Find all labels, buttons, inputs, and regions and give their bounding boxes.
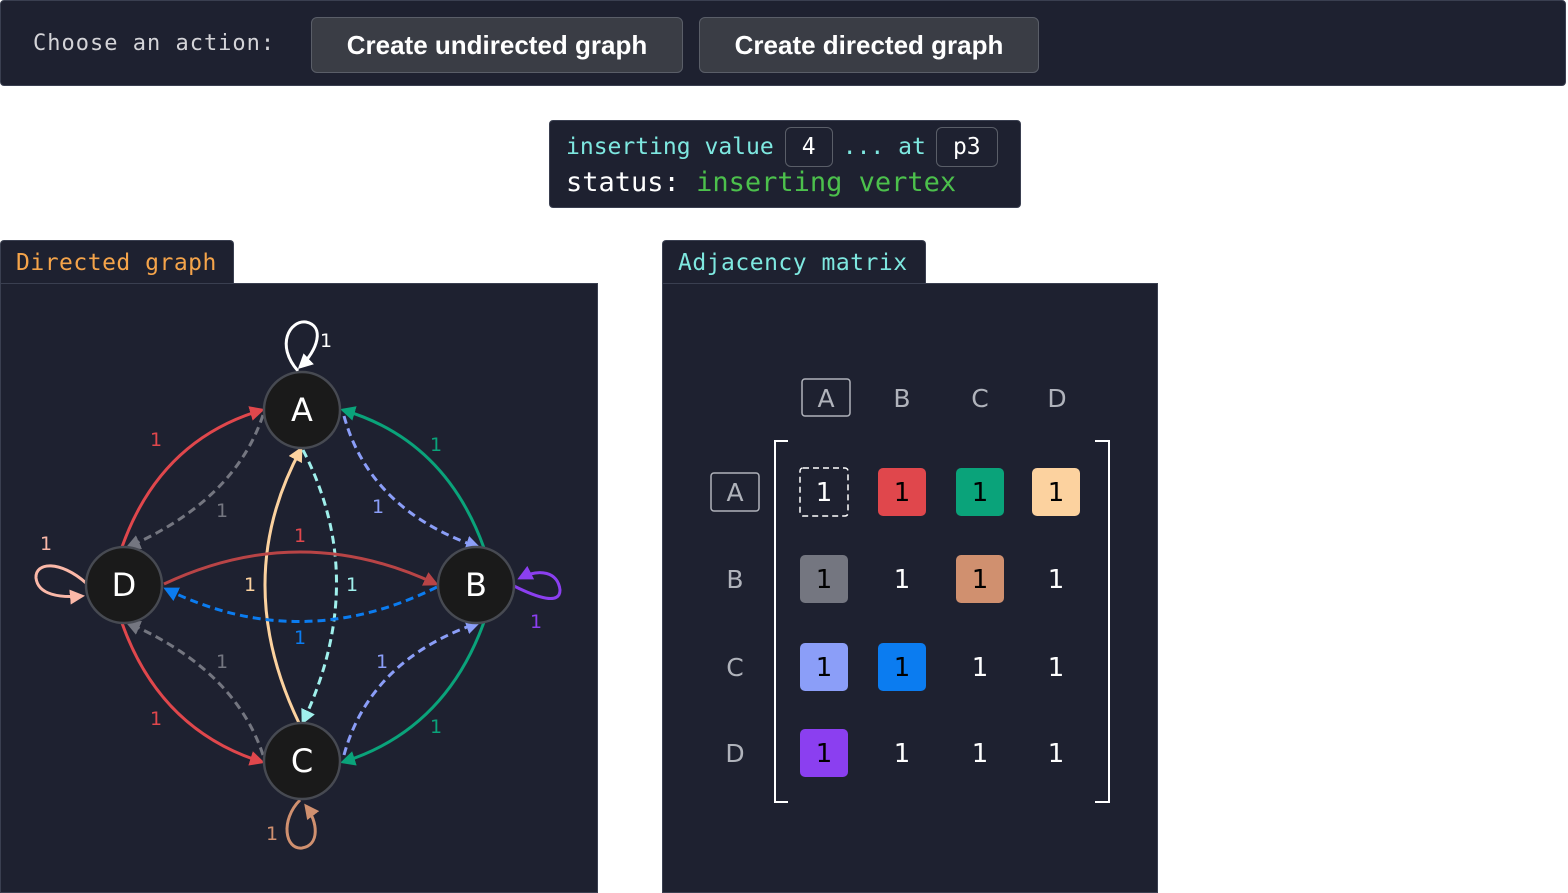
insert-position-chip: p3: [935, 127, 998, 167]
at-label: ... at: [842, 134, 926, 160]
status-line: status: inserting vertex: [566, 167, 956, 198]
action-prompt: Choose an action:: [33, 31, 276, 56]
adjacency-matrix-panel: [662, 283, 1158, 893]
insert-value-chip: 4: [784, 127, 833, 167]
insert-line: inserting value 4 ... at p3: [566, 127, 998, 167]
status-panel: inserting value 4 ... at p3 status: inse…: [549, 120, 1021, 208]
directed-graph-panel: [0, 283, 598, 893]
action-toolbar: Choose an action: Create undirected grap…: [0, 0, 1566, 86]
create-undirected-graph-button[interactable]: Create undirected graph: [311, 17, 683, 73]
status-label: status:: [566, 167, 680, 198]
inserting-label: inserting value: [566, 134, 774, 160]
tab-directed-graph[interactable]: Directed graph: [0, 240, 234, 284]
status-value: inserting vertex: [696, 167, 957, 198]
tab-adjacency-matrix[interactable]: Adjacency matrix: [662, 240, 926, 284]
create-directed-graph-button[interactable]: Create directed graph: [699, 17, 1039, 73]
